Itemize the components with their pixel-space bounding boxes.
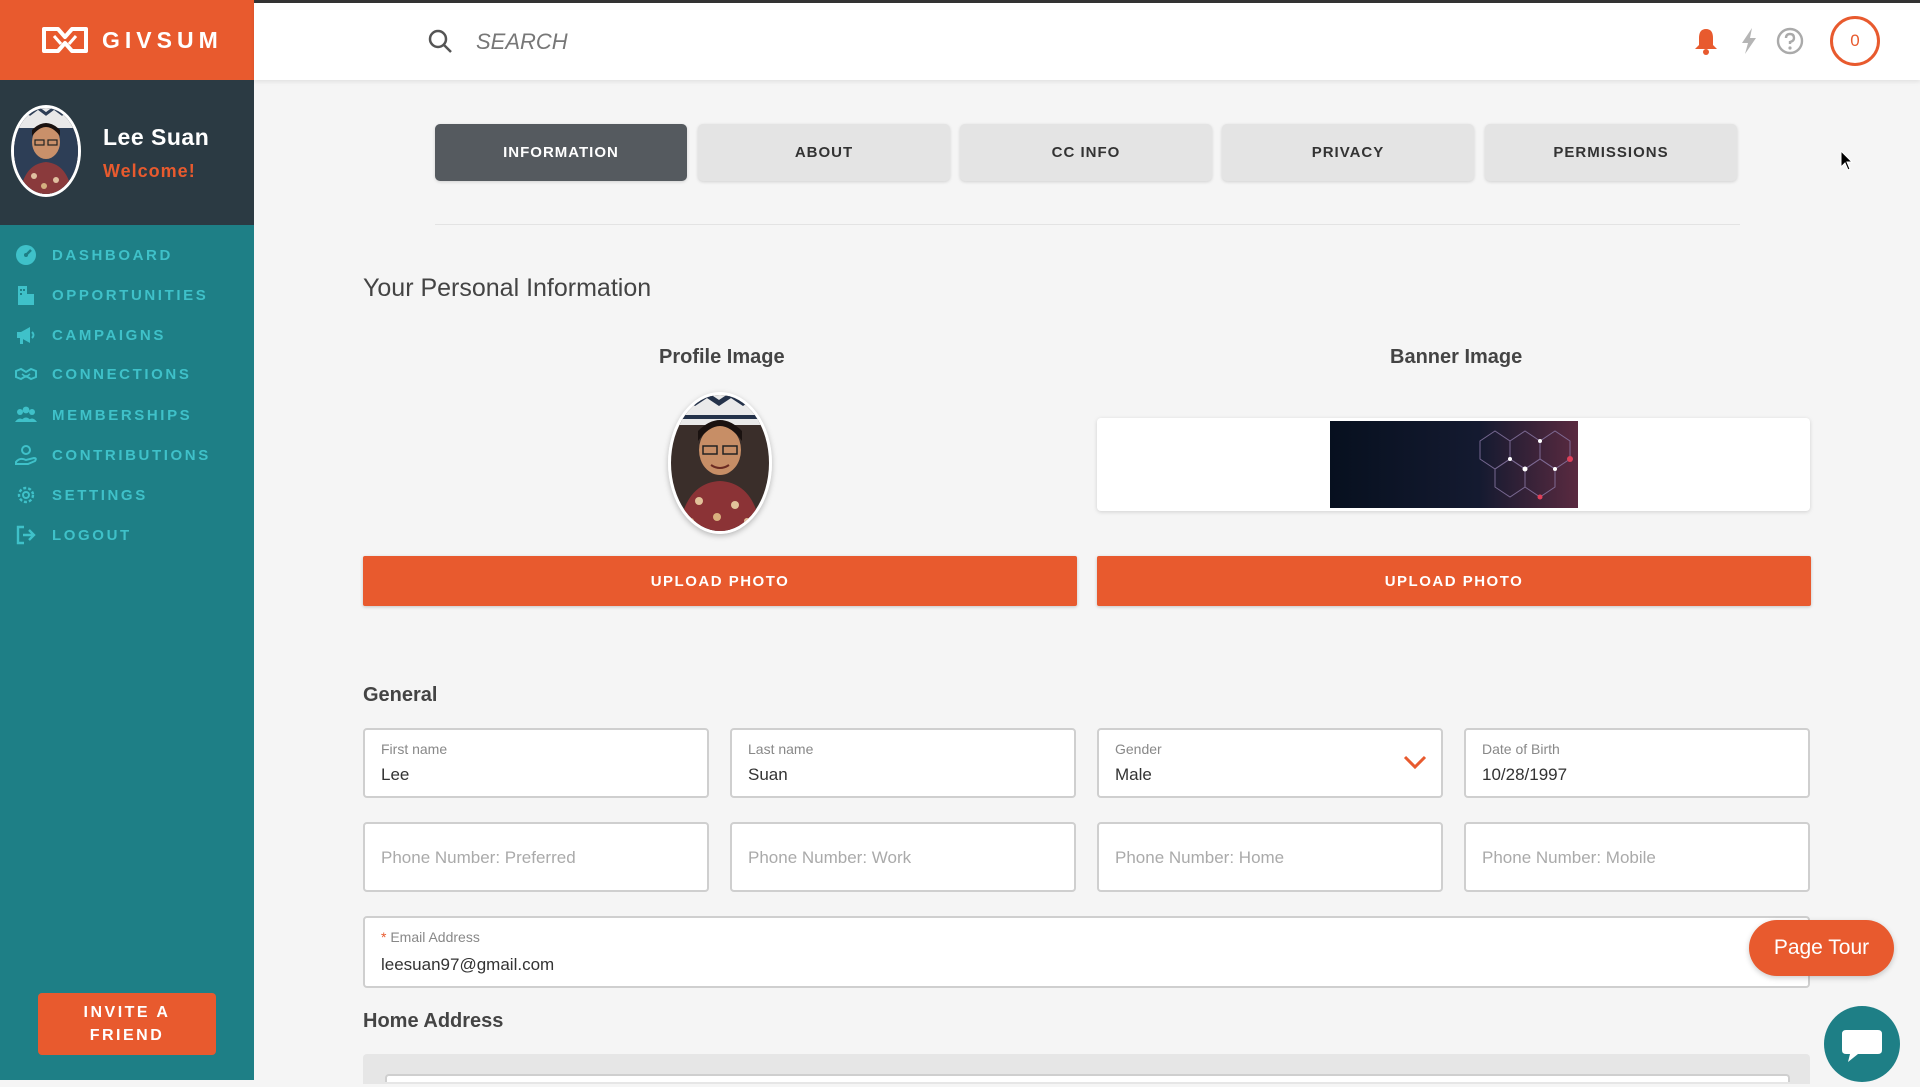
counter-badge[interactable]: 0 (1830, 16, 1880, 66)
profile-image-label: Profile Image (659, 346, 785, 368)
date-of-birth-field[interactable]: Date of Birth 10/28/1997 (1464, 728, 1810, 798)
gender-label: Gender (1115, 741, 1162, 757)
brand-header[interactable]: GIVSUM (0, 0, 254, 80)
profile-image (668, 392, 772, 534)
hexagon-network-icon (1330, 421, 1578, 508)
gender-value: Male (1115, 765, 1152, 784)
chat-button[interactable] (1824, 1006, 1900, 1082)
sidebar-item-contributions[interactable]: CONTRIBUTIONS (0, 438, 254, 472)
gender-select[interactable]: Gender Male (1097, 728, 1443, 798)
lightning-icon[interactable] (1734, 26, 1764, 56)
dob-value: 10/28/1997 (1482, 765, 1568, 784)
phone-preferred-placeholder: Phone Number: Preferred (381, 848, 576, 867)
banner-image (1330, 421, 1578, 508)
section-title: Your Personal Information (363, 274, 652, 302)
sidebar-item-dashboard[interactable]: DASHBOARD (0, 238, 254, 272)
sidebar-item-label: CONNECTIONS (52, 365, 192, 383)
first-name-field[interactable]: First name Lee (363, 728, 709, 798)
tab-cc-info[interactable]: CC INFO (960, 124, 1212, 181)
upload-profile-photo-button[interactable]: UPLOAD PHOTO (363, 556, 1077, 606)
tab-information[interactable]: INFORMATION (435, 124, 687, 181)
sidebar-item-campaigns[interactable]: CAMPAIGNS (0, 318, 254, 352)
required-mark: * (381, 929, 387, 945)
sidebar-item-logout[interactable]: LOGOUT (0, 518, 254, 552)
user-name: Lee Suan (103, 124, 210, 150)
last-name-value: Suan (748, 765, 788, 784)
sidebar-item-connections[interactable]: CONNECTIONS (0, 357, 254, 391)
invite-friend-button[interactable]: INVITE A FRIEND (38, 993, 216, 1055)
upload-banner-photo-button[interactable]: UPLOAD PHOTO (1097, 556, 1811, 606)
brand-name: GIVSUM (102, 26, 223, 53)
welcome-text: Welcome! (103, 161, 196, 181)
givsum-logo-icon (42, 27, 88, 53)
divider (435, 224, 1740, 225)
sidebar-item-label: DASHBOARD (52, 246, 173, 264)
mouse-cursor-icon (1840, 150, 1854, 171)
sidebar-item-label: CONTRIBUTIONS (52, 446, 211, 464)
last-name-field[interactable]: Last name Suan (730, 728, 1076, 798)
phone-mobile-field[interactable]: Phone Number: Mobile (1464, 822, 1810, 892)
search-input[interactable] (474, 24, 878, 60)
invite-label-line1: INVITE A (83, 1004, 171, 1021)
email-value: leesuan97@gmail.com (381, 955, 555, 974)
megaphone-icon (17, 327, 35, 344)
last-name-label: Last name (748, 741, 814, 757)
sidebar-item-settings[interactable]: SETTINGS (0, 478, 254, 512)
sidebar-item-label: MEMBERSHIPS (52, 406, 193, 424)
chat-icon (1842, 1030, 1882, 1062)
phone-mobile-placeholder: Phone Number: Mobile (1482, 848, 1656, 867)
first-name-value: Lee (381, 765, 410, 784)
phone-work-field[interactable]: Phone Number: Work (730, 822, 1076, 892)
hand-heart-icon (15, 445, 37, 465)
gear-icon (17, 486, 35, 504)
profile-photo-icon (671, 395, 769, 531)
sidebar-item-opportunities[interactable]: OPPORTUNITIES (0, 278, 254, 312)
sidebar-item-label: SETTINGS (52, 486, 148, 504)
handshake-icon (15, 367, 37, 381)
email-label: * Email Address (381, 929, 480, 945)
home-address-title: Home Address (363, 1010, 504, 1032)
sidebar-item-label: LOGOUT (52, 526, 132, 544)
dashboard-icon (16, 245, 36, 265)
user-avatar[interactable] (11, 105, 81, 197)
email-label-text: Email Address (390, 929, 480, 945)
page-tour-button[interactable]: Page Tour (1749, 920, 1894, 976)
tab-about[interactable]: ABOUT (698, 124, 950, 181)
first-name-label: First name (381, 741, 448, 757)
sidebar-item-memberships[interactable]: MEMBERSHIPS (0, 398, 254, 432)
group-icon (15, 406, 37, 422)
phone-preferred-field[interactable]: Phone Number: Preferred (363, 822, 709, 892)
avatar-photo-icon (14, 108, 78, 194)
phone-work-placeholder: Phone Number: Work (748, 848, 912, 867)
sidebar-item-label: CAMPAIGNS (52, 326, 166, 344)
bell-icon[interactable] (1691, 26, 1721, 56)
chevron-down-icon (1403, 755, 1427, 770)
dob-label: Date of Birth (1482, 741, 1560, 757)
address-field[interactable] (385, 1074, 1790, 1082)
help-icon[interactable] (1775, 26, 1805, 56)
logout-icon (16, 525, 36, 545)
general-title: General (363, 684, 438, 706)
email-field[interactable]: * Email Address leesuan97@gmail.com (363, 916, 1810, 988)
tab-privacy[interactable]: PRIVACY (1222, 124, 1474, 181)
opportunities-icon (18, 286, 34, 305)
search-icon[interactable] (427, 28, 453, 54)
phone-home-placeholder: Phone Number: Home (1115, 848, 1285, 867)
tab-permissions[interactable]: PERMISSIONS (1485, 124, 1737, 181)
banner-image-label: Banner Image (1390, 346, 1523, 368)
invite-label-line2: FRIEND (89, 1027, 165, 1044)
sidebar-item-label: OPPORTUNITIES (52, 286, 209, 304)
phone-home-field[interactable]: Phone Number: Home (1097, 822, 1443, 892)
